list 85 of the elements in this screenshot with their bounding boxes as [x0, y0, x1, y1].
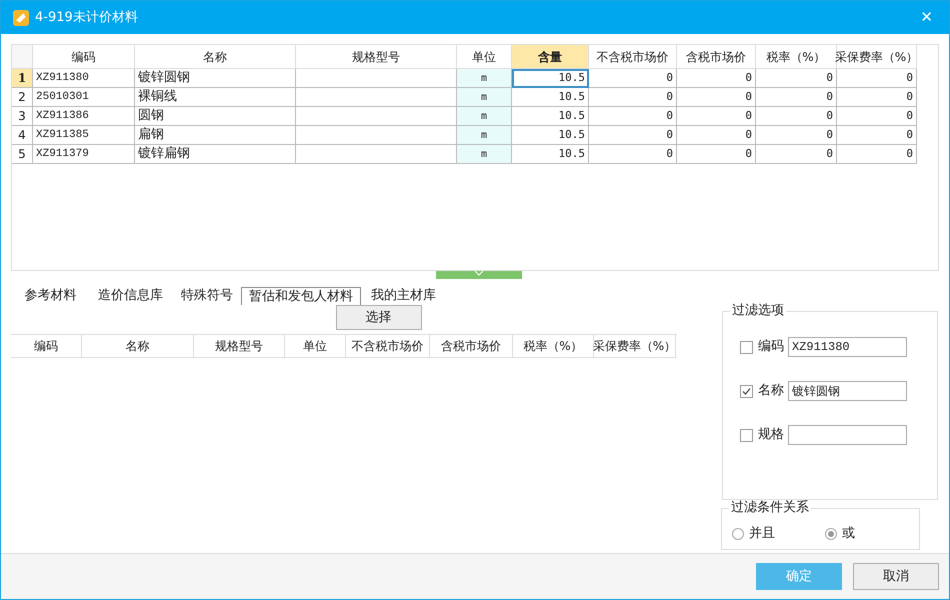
window-title: 4-919未计价材料	[35, 8, 138, 27]
table-cell: 0	[677, 88, 756, 107]
table-cell: 10.5	[512, 88, 589, 107]
table-cell: 0	[756, 69, 837, 88]
table-cell: 10.5	[512, 107, 589, 126]
column-header[interactable]: 名称	[135, 45, 296, 69]
column-header[interactable]: 含税市场价	[430, 335, 513, 357]
table-cell: 0	[589, 88, 677, 107]
table-cell: 0	[837, 107, 917, 126]
column-header[interactable]: 不含税市场价	[589, 45, 677, 69]
table-cell: XZ911386	[33, 107, 135, 126]
column-header[interactable]: 单位	[457, 45, 512, 69]
table-cell: XZ911380	[33, 69, 135, 88]
text-field[interactable]	[788, 425, 907, 445]
column-header[interactable]: 规格型号	[194, 335, 285, 357]
table-cell: 裸铜线	[135, 88, 296, 107]
table-cell: 0	[837, 126, 917, 145]
tab[interactable]: 参考材料	[13, 287, 88, 305]
text-field[interactable]: XZ911380	[788, 337, 907, 357]
table-cell: 0	[589, 107, 677, 126]
filter-label: 编码	[758, 338, 785, 356]
cancel-button[interactable]: 取消	[853, 563, 939, 590]
table-cell: XZ911379	[33, 145, 135, 164]
group-title: 过滤条件关系	[729, 500, 811, 516]
row-number[interactable]: 1	[12, 69, 33, 88]
column-header[interactable]: 采保费率（%）	[594, 335, 676, 357]
column-header[interactable]: 含量	[512, 45, 589, 69]
table-cell: m	[457, 88, 512, 107]
tab[interactable]: 特殊符号	[173, 287, 241, 305]
column-header[interactable]: 不含税市场价	[346, 335, 430, 357]
row-number[interactable]: 5	[12, 145, 33, 164]
checkbox[interactable]	[740, 428, 753, 442]
table-cell: 0	[837, 88, 917, 107]
column-header[interactable]: 税率（%）	[756, 45, 837, 69]
table-cell: 0	[677, 107, 756, 126]
table-cell: 0	[589, 69, 677, 88]
table-cell: 圆钢	[135, 107, 296, 126]
table-cell: 0	[589, 145, 677, 164]
table-cell: 10.5	[512, 126, 589, 145]
table-cell: 0	[677, 69, 756, 88]
column-header[interactable]: 规格型号	[296, 45, 457, 69]
table-cell: 25010301	[33, 88, 135, 107]
table-cell: 镀锌扁钢	[135, 145, 296, 164]
table-cell: 0	[756, 126, 837, 145]
table-cell: 0	[756, 88, 837, 107]
table-cell: 0	[677, 126, 756, 145]
column-header[interactable]: 单位	[285, 335, 346, 357]
table-cell: m	[457, 69, 512, 88]
radio-option[interactable]: 并且	[732, 524, 825, 544]
splitter-handle[interactable]	[436, 271, 522, 279]
table-cell: m	[457, 126, 512, 145]
table-cell: 10.5	[512, 145, 589, 164]
table-cell: m	[457, 107, 512, 126]
filter-label: 名称	[758, 382, 785, 400]
table-cell: 0	[677, 145, 756, 164]
radio-option[interactable]: 或	[825, 524, 918, 544]
table-cell: 0	[756, 107, 837, 126]
checkbox[interactable]	[740, 340, 753, 354]
text-field[interactable]: 镀锌圆钢	[788, 381, 907, 401]
select-button[interactable]: 选择	[336, 305, 422, 330]
app-logo-icon	[13, 10, 29, 26]
filter-label: 规格	[758, 426, 785, 444]
column-header[interactable]: 编码	[11, 335, 82, 357]
column-header[interactable]: 含税市场价	[677, 45, 756, 69]
tab[interactable]: 暂估和发包人材料	[241, 287, 361, 305]
table-cell: 扁钢	[135, 126, 296, 145]
table-cell: 0	[756, 145, 837, 164]
tab[interactable]: 造价信息库	[88, 287, 173, 305]
table-cell: 0	[589, 126, 677, 145]
column-header[interactable]: 名称	[82, 335, 194, 357]
checkbox[interactable]	[740, 384, 753, 398]
table-cell: 0	[837, 69, 917, 88]
row-number[interactable]: 3	[12, 107, 33, 126]
table-cell: 0	[837, 145, 917, 164]
tab[interactable]: 我的主材库	[361, 287, 446, 305]
column-header[interactable]: 采保费率（%）	[837, 45, 917, 69]
column-header[interactable]: 编码	[33, 45, 135, 69]
group-title: 过滤选项	[730, 303, 786, 319]
column-header[interactable]: 税率（%）	[513, 335, 594, 357]
table-cell: XZ911385	[33, 126, 135, 145]
row-number[interactable]: 2	[12, 88, 33, 107]
table-cell: m	[457, 145, 512, 164]
table-cell: 镀锌圆钢	[135, 69, 296, 88]
table-cell: 10.5	[512, 69, 589, 88]
row-number[interactable]: 4	[12, 126, 33, 145]
